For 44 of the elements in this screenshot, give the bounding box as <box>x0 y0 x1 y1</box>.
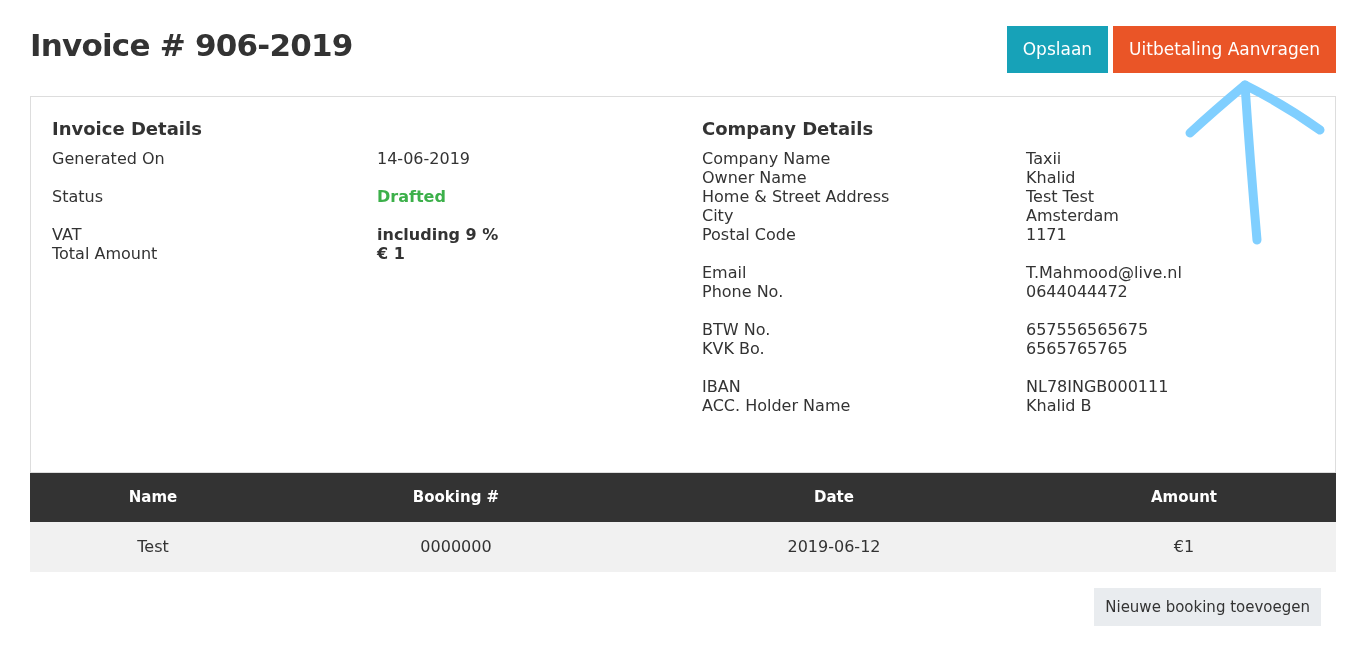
field-value: Test Test <box>1026 187 1095 206</box>
field-label: VAT <box>52 225 83 244</box>
field-label: Phone No. <box>702 282 785 301</box>
column-header: Amount <box>1149 487 1219 509</box>
field-value: Drafted <box>377 187 446 206</box>
field-value: Amsterdam <box>1026 206 1119 225</box>
field-label: City <box>702 206 735 225</box>
field-label: Status <box>52 187 104 206</box>
field-value: Taxii <box>1026 149 1062 168</box>
field-label: Owner Name <box>702 168 808 187</box>
column-header: Name <box>127 487 179 509</box>
invoice-title: Invoice # 906-2019 <box>30 26 353 65</box>
field-value: Khalid <box>1026 168 1076 187</box>
table-cell-text: €1 <box>1172 536 1196 558</box>
field-value: 6565765765 <box>1026 339 1128 358</box>
payout-request-button[interactable]: Uitbetaling Aanvragen <box>1113 26 1336 73</box>
field-label: Email <box>702 263 748 282</box>
save-button[interactable]: Opslaan <box>1006 26 1109 73</box>
section-heading: Company Details <box>702 117 875 141</box>
column-header: Booking # <box>411 487 501 509</box>
section-heading: Invoice Details <box>52 117 203 141</box>
field-value: 657556565675 <box>1026 320 1149 339</box>
field-label: ACC. Holder Name <box>702 396 852 415</box>
field-label: Company Name <box>702 149 832 168</box>
field-value: 0644044472 <box>1026 282 1128 301</box>
add-booking-button[interactable]: Nieuwe booking toevoegen <box>1094 588 1321 626</box>
field-value: including 9 % <box>377 225 499 244</box>
table-cell-text: 0000000 <box>419 536 493 558</box>
field-label: Total Amount <box>52 244 159 263</box>
field-label: Generated On <box>52 149 166 168</box>
column-header: Date <box>813 487 855 509</box>
field-label: Postal Code <box>702 225 797 244</box>
field-value: T.Mahmood@live.nl <box>1026 263 1182 282</box>
field-value: Khalid B <box>1026 396 1092 415</box>
field-label: IBAN <box>702 377 742 396</box>
field-label: BTW No. <box>702 320 772 339</box>
field-label: Home & Street Address <box>702 187 891 206</box>
field-value: NL78INGB000111 <box>1026 377 1169 396</box>
table-cell-text: Test <box>136 536 170 558</box>
table-cell-text: 2019-06-12 <box>786 536 882 558</box>
field-value: € 1 <box>377 244 405 263</box>
field-value: 1171 <box>1026 225 1067 244</box>
field-label: KVK Bo. <box>702 339 766 358</box>
field-value: 14-06-2019 <box>377 149 470 168</box>
